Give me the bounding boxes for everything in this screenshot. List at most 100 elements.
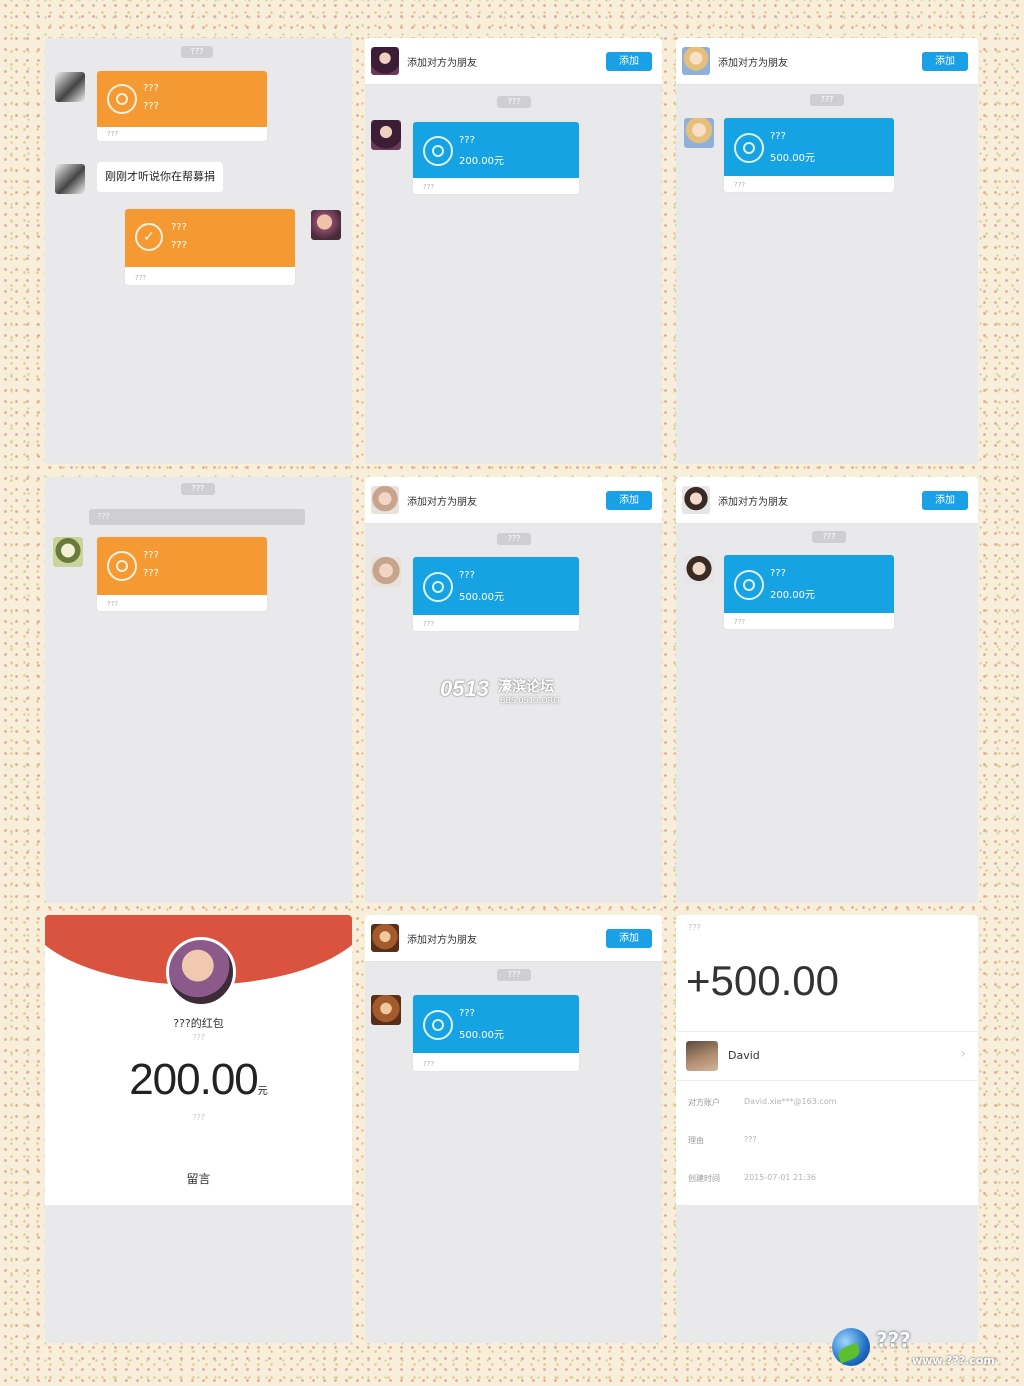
- transfer-card[interactable]: ??? 500.00元 ???: [413, 557, 579, 631]
- transfer-footer: ???: [423, 1060, 435, 1068]
- transfer-title: ???: [459, 570, 475, 581]
- add-friend-text: 添加对方为朋友: [407, 58, 477, 69]
- add-friend-button[interactable]: 添加: [922, 52, 968, 71]
- transfer-title: ???: [459, 1008, 475, 1019]
- transfer-card[interactable]: ??? 500.00元 ???: [724, 118, 894, 192]
- add-friend-bar: 添加对方为朋友 添加: [676, 477, 978, 524]
- avatar[interactable]: [55, 72, 85, 102]
- transaction-status: ???: [688, 923, 701, 932]
- transfer-amount: 200.00元: [459, 156, 504, 167]
- transaction-detail: ??? +500.00 David › 对方账户 David.xie***@16…: [676, 915, 978, 1205]
- transfer-amount: 500.00元: [770, 153, 815, 164]
- transfer-footer: ???: [423, 183, 435, 191]
- transfer-icon: [734, 133, 764, 163]
- transfer-icon: [107, 551, 137, 581]
- transfer-amount: 500.00元: [459, 592, 504, 603]
- transaction-detail-panel: ??? +500.00 David › 对方账户 David.xie***@16…: [676, 915, 978, 1343]
- add-friend-button[interactable]: 添加: [606, 491, 652, 510]
- transfer-card[interactable]: ??? ??? ???: [97, 537, 267, 611]
- watermark-url: www.???.com: [912, 1354, 995, 1367]
- avatar[interactable]: [371, 924, 399, 952]
- transfer-card[interactable]: ??? ??? ???: [97, 71, 267, 141]
- watermark-url: BBS.0513.ORG: [500, 696, 560, 705]
- transfer-subtitle: ???: [143, 101, 159, 112]
- avatar[interactable]: [682, 486, 710, 514]
- counterparty-name: David: [728, 1049, 760, 1062]
- transfer-icon: [734, 570, 764, 600]
- chevron-right-icon: ›: [960, 1046, 966, 1062]
- detail-value: David.xie***@163.com: [744, 1097, 837, 1106]
- transfer-card[interactable]: ✓ ??? ??? ???: [125, 209, 295, 285]
- amount-value: 200.00: [129, 1055, 259, 1104]
- add-friend-bar: 添加对方为朋友 添加: [365, 38, 662, 85]
- transfer-title: ???: [459, 135, 475, 146]
- transfer-icon: [107, 84, 137, 114]
- amount-unit: 元: [257, 1086, 268, 1097]
- watermark-name: 濠滨论坛: [498, 679, 554, 695]
- chat-panel-8: 添加对方为朋友 添加 ??? ??? 500.00元 ???: [365, 915, 662, 1343]
- transfer-footer: ???: [734, 618, 746, 626]
- detail-value: 2015-07-01 21:36: [744, 1173, 817, 1182]
- transfer-card[interactable]: ??? 200.00元 ???: [724, 555, 894, 629]
- transfer-footer: ???: [423, 620, 435, 628]
- timestamp: ???: [497, 969, 531, 981]
- red-packet-note: ???: [192, 1113, 205, 1122]
- sender-avatar[interactable]: [166, 937, 236, 1007]
- leave-message-button[interactable]: 留言: [45, 1170, 352, 1187]
- avatar[interactable]: [371, 557, 401, 587]
- transfer-footer: ???: [107, 130, 119, 138]
- avatar[interactable]: [682, 47, 710, 75]
- red-packet-sender: ???的红包: [173, 1017, 224, 1030]
- avatar[interactable]: [371, 486, 399, 514]
- timestamp: ???: [812, 531, 846, 543]
- timestamp: ???: [810, 94, 844, 106]
- transfer-amount: 200.00元: [770, 590, 815, 601]
- transfer-title: ???: [143, 83, 159, 94]
- red-packet-amount: 200.00元: [45, 1055, 352, 1105]
- detail-label: 对方账户: [688, 1098, 720, 1107]
- transfer-title: ???: [171, 222, 187, 233]
- transfer-footer: ???: [107, 600, 119, 608]
- add-friend-bar: 添加对方为朋友 添加: [365, 915, 662, 962]
- avatar[interactable]: [311, 210, 341, 240]
- add-friend-text: 添加对方为朋友: [407, 935, 477, 946]
- chat-panel-2: 添加对方为朋友 添加 ??? ??? 200.00元 ???: [365, 38, 662, 464]
- transfer-icon: [423, 572, 453, 602]
- timestamp: ???: [181, 483, 215, 495]
- site-watermark: ??? www.???.com: [832, 1322, 1022, 1374]
- transfer-amount: 500.00元: [459, 1030, 504, 1041]
- transfer-icon: [423, 136, 453, 166]
- avatar[interactable]: [684, 555, 714, 585]
- counterparty-avatar: [686, 1041, 718, 1071]
- avatar[interactable]: [371, 47, 399, 75]
- transfer-icon: [423, 1010, 453, 1040]
- detail-label: 理由: [688, 1136, 704, 1145]
- add-friend-button[interactable]: 添加: [922, 491, 968, 510]
- avatar[interactable]: [371, 995, 401, 1025]
- add-friend-button[interactable]: 添加: [606, 929, 652, 948]
- avatar[interactable]: [55, 164, 85, 194]
- check-icon: ✓: [135, 223, 163, 251]
- chat-panel-3: 添加对方为朋友 添加 ??? ??? 500.00元 ???: [676, 38, 978, 464]
- counterparty-row[interactable]: David ›: [676, 1031, 978, 1081]
- red-packet-panel: ???的红包 ??? 200.00元 ??? 留言: [45, 915, 352, 1343]
- timestamp: ???: [181, 46, 213, 58]
- transfer-subtitle: ???: [143, 568, 159, 579]
- detail-value: ???: [744, 1135, 757, 1144]
- avatar[interactable]: [53, 537, 83, 567]
- chat-message: 刚刚才听说你在帮募捐: [97, 162, 223, 192]
- add-friend-text: 添加对方为朋友: [407, 497, 477, 508]
- avatar[interactable]: [684, 118, 714, 148]
- avatar[interactable]: [371, 120, 401, 150]
- add-friend-text: 添加对方为朋友: [718, 58, 788, 69]
- transfer-card[interactable]: ??? 200.00元 ???: [413, 122, 579, 194]
- add-friend-button[interactable]: 添加: [606, 52, 652, 71]
- timestamp: ???: [497, 96, 531, 108]
- transfer-title: ???: [770, 131, 786, 142]
- transfer-footer: ???: [135, 274, 147, 282]
- chat-panel-6: 添加对方为朋友 添加 ??? ??? 200.00元 ???: [676, 477, 978, 903]
- transaction-amount: +500.00: [686, 957, 839, 1004]
- add-friend-bar: 添加对方为朋友 添加: [676, 38, 978, 85]
- transfer-card[interactable]: ??? 500.00元 ???: [413, 995, 579, 1071]
- transfer-footer: ???: [734, 181, 746, 189]
